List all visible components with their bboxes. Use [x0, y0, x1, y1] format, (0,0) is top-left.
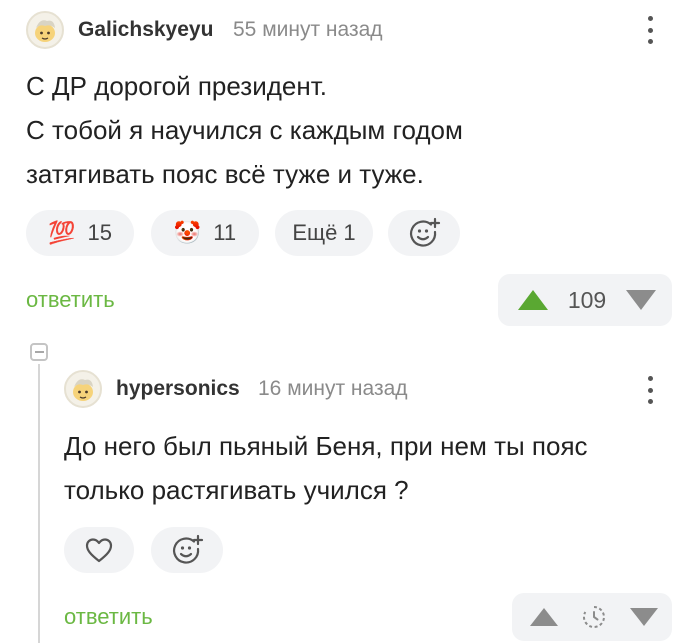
- reaction-hundred-points[interactable]: 💯 15: [26, 210, 134, 256]
- upvote-icon[interactable]: [528, 606, 560, 628]
- reply-link[interactable]: ответить: [64, 604, 153, 630]
- comment-line: затягивать пояс всё туже и туже.: [26, 159, 424, 189]
- hundred-points-icon: 💯: [48, 220, 76, 245]
- avatar[interactable]: [26, 11, 64, 49]
- more-reactions-label: Ещё 1: [292, 220, 356, 245]
- more-options-icon[interactable]: [645, 16, 655, 44]
- comment-line: С тобой я научился с каждым годом: [26, 115, 463, 145]
- downvote-icon[interactable]: [628, 606, 660, 628]
- comment-timestamp: 16 минут назад: [258, 377, 408, 400]
- downvote-icon[interactable]: [624, 288, 658, 312]
- comment-line: До него был пьяный Беня, при нем ты пояс: [64, 431, 588, 461]
- heart-icon: [85, 538, 113, 563]
- comment-body: До него был пьяный Беня, при нем ты пояс…: [64, 424, 684, 512]
- avatar-image: [35, 20, 55, 42]
- vote-score: 109: [567, 286, 607, 313]
- vote-panel: [512, 593, 672, 641]
- comment-line: С ДР дорогой президент.: [26, 71, 327, 101]
- reaction-count: 15: [87, 220, 112, 245]
- reply-link[interactable]: ответить: [26, 287, 115, 313]
- reaction-clown[interactable]: 🤡 11: [151, 210, 259, 256]
- reaction-count: 11: [213, 220, 237, 245]
- comment-body: С ДР дорогой президент. С тобой я научил…: [26, 64, 666, 196]
- comment-timestamp: 55 минут назад: [233, 18, 383, 41]
- collapse-thread-icon[interactable]: [30, 343, 48, 361]
- clown-face-icon: 🤡: [173, 220, 202, 245]
- more-reactions-button[interactable]: Ещё 1: [275, 210, 373, 256]
- add-reaction-button[interactable]: [151, 527, 223, 573]
- add-reaction-button[interactable]: [388, 210, 460, 256]
- avatar[interactable]: [64, 370, 102, 408]
- add-emoji-icon: [173, 534, 204, 564]
- more-options-icon[interactable]: [645, 376, 655, 404]
- comment-line: только растягивать учился ?: [64, 475, 409, 505]
- like-button[interactable]: [64, 527, 134, 573]
- pending-score-icon: [582, 606, 605, 628]
- avatar-image: [73, 379, 93, 401]
- comment-author[interactable]: hypersonics: [116, 377, 240, 401]
- thread-line: [38, 364, 40, 643]
- comment-author[interactable]: Galichskyeyu: [78, 18, 213, 42]
- add-emoji-icon: [410, 217, 441, 247]
- upvote-icon[interactable]: [516, 288, 550, 312]
- vote-panel: 109: [498, 274, 672, 326]
